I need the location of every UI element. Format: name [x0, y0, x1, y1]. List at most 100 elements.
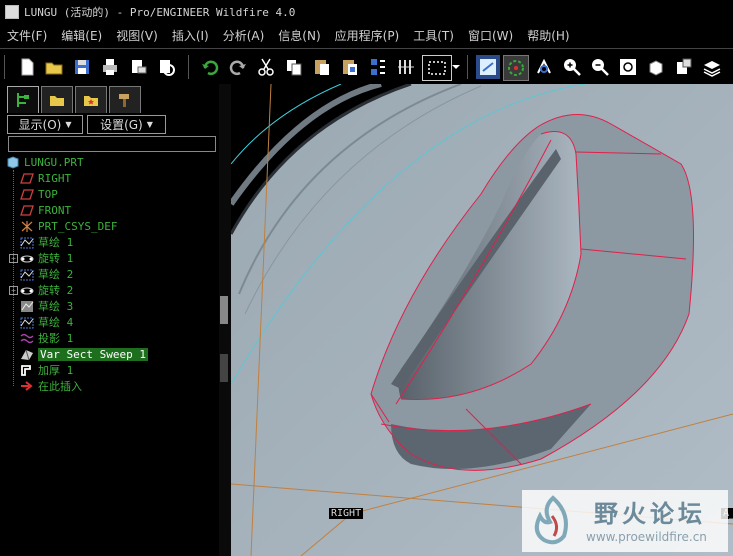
cut-button[interactable] [254, 55, 278, 79]
insert-here-icon [20, 380, 34, 393]
menu-tools[interactable]: 工具(T) [406, 27, 461, 44]
datum-plane-icon [20, 172, 34, 185]
new-button[interactable] [15, 55, 39, 79]
zoom-in-button[interactable] [560, 55, 584, 79]
revolve-icon [20, 284, 34, 297]
csys-icon [20, 220, 34, 233]
tree-item[interactable]: 草绘 4 [6, 314, 216, 330]
view-manager-button[interactable] [672, 55, 696, 79]
show-dropdown[interactable]: 显示(O) ▼ [7, 115, 83, 134]
toolbar-separator [4, 55, 5, 79]
saved-view-button[interactable] [644, 55, 668, 79]
menu-info[interactable]: 信息(N) [271, 27, 327, 44]
model-tree: LUNGU.PRT RIGHT TOP FRONT PRT_CSYS_DEF 草绘 1 +… [6, 154, 216, 394]
selection-dropdown-button[interactable] [451, 55, 461, 79]
toolbar-separator [467, 55, 468, 79]
tree-item[interactable]: + 旋转 2 [6, 282, 216, 298]
orient-button[interactable] [532, 55, 556, 79]
folder-icon [50, 96, 64, 106]
menu-analysis[interactable]: 分析(A) [216, 27, 272, 44]
tree-item[interactable]: 加厚 1 [6, 362, 216, 378]
undo-button[interactable] [198, 55, 222, 79]
regenerate-icon [371, 59, 385, 75]
tree-item[interactable]: + 旋转 1 [6, 250, 216, 266]
regenerate-button[interactable] [366, 55, 390, 79]
tree-item[interactable]: 草绘 2 [6, 266, 216, 282]
selection-box-icon [428, 61, 446, 75]
tree-item-label: 草绘 2 [38, 268, 74, 281]
spin-center-button[interactable] [503, 55, 529, 81]
menu-insert[interactable]: 插入(I) [165, 27, 216, 44]
expand-toggle-icon[interactable]: + [9, 286, 18, 295]
edit-definition-button[interactable] [394, 55, 418, 79]
tree-item-label: 旋转 1 [38, 252, 74, 265]
refit-button[interactable] [616, 55, 640, 79]
zoom-out-button[interactable] [588, 55, 612, 79]
revolve-icon [20, 252, 34, 265]
print-button[interactable] [98, 55, 122, 79]
redo-icon [229, 60, 246, 75]
tree-root-label: LUNGU.PRT [24, 155, 84, 169]
expand-toggle-icon[interactable]: + [9, 254, 18, 263]
tree-item-label: Var Sect Sweep 1 [38, 347, 148, 361]
expand-handle[interactable] [220, 354, 228, 382]
email-button[interactable] [126, 55, 150, 79]
main-toolbar [0, 48, 733, 85]
tree-item-label: FRONT [38, 203, 72, 217]
save-copy-button[interactable] [154, 55, 178, 79]
tree-item[interactable]: FRONT [6, 202, 216, 218]
save-button[interactable] [70, 55, 94, 79]
zoom-out-icon [592, 59, 609, 76]
tools-tab[interactable] [109, 86, 141, 113]
favorites-icon [84, 96, 98, 106]
tree-item[interactable]: PRT_CSYS_DEF [6, 218, 216, 234]
redo-button[interactable] [226, 55, 250, 79]
tree-item-label: 草绘 4 [38, 316, 74, 329]
sketch-hidden-icon [20, 300, 34, 313]
navigator-panel: 显示(O) ▼ 设置(G) ▼ LUNGU.PRT RIGHT TOP FRONT P… [0, 84, 220, 556]
favorites-tab[interactable] [75, 86, 107, 113]
menu-view[interactable]: 视图(V) [109, 27, 165, 44]
watermark-title: 野火论坛 [594, 500, 706, 528]
flame-logo-icon [534, 495, 568, 545]
menu-help[interactable]: 帮助(H) [520, 27, 576, 44]
repaint-button[interactable] [476, 55, 500, 79]
panel-splitter[interactable] [219, 84, 231, 556]
projection-icon [20, 332, 34, 345]
tree-item[interactable]: 草绘 3 [6, 298, 216, 314]
tree-item[interactable]: RIGHT [6, 170, 216, 186]
tree-item[interactable]: 在此插入 [6, 378, 216, 394]
open-button[interactable] [42, 55, 66, 79]
menu-applications[interactable]: 应用程序(P) [328, 27, 407, 44]
tree-filter-input[interactable] [8, 136, 216, 152]
menu-file[interactable]: 文件(F) [0, 27, 54, 44]
tree-item[interactable]: 投影 1 [6, 330, 216, 346]
copy-button[interactable] [282, 55, 306, 79]
menu-window[interactable]: 窗口(W) [461, 27, 520, 44]
save-copy-icon [160, 60, 175, 76]
tree-item[interactable]: 草绘 1 [6, 234, 216, 250]
tree-item-label: RIGHT [38, 171, 72, 185]
paste-special-button[interactable] [338, 55, 362, 79]
selection-filter-button[interactable] [422, 55, 452, 81]
tree-root[interactable]: LUNGU.PRT [6, 154, 216, 170]
menu-edit[interactable]: 编辑(E) [54, 27, 109, 44]
zoom-in-icon [564, 59, 581, 76]
sketch-icon [20, 316, 34, 329]
layer-button[interactable] [700, 55, 724, 79]
spin-center-icon [508, 60, 524, 76]
paste-button[interactable] [310, 55, 334, 79]
datum-label-right[interactable]: RIGHT [329, 508, 364, 519]
folder-browser-tab[interactable] [41, 86, 73, 113]
model-tree-tab[interactable] [7, 86, 39, 113]
thicken-icon [20, 364, 34, 377]
repaint-icon [480, 59, 496, 75]
tree-item[interactable]: TOP [6, 186, 216, 202]
tree-item[interactable]: Var Sect Sweep 1 [6, 346, 216, 362]
graphics-viewport[interactable]: RIGHT A_1 [231, 84, 733, 556]
collapse-handle[interactable] [220, 296, 228, 324]
forum-watermark: 野火论坛 www.proewildfire.cn [522, 490, 728, 552]
part-icon [6, 155, 20, 169]
email-icon [132, 60, 147, 74]
settings-dropdown[interactable]: 设置(G) ▼ [87, 115, 166, 134]
